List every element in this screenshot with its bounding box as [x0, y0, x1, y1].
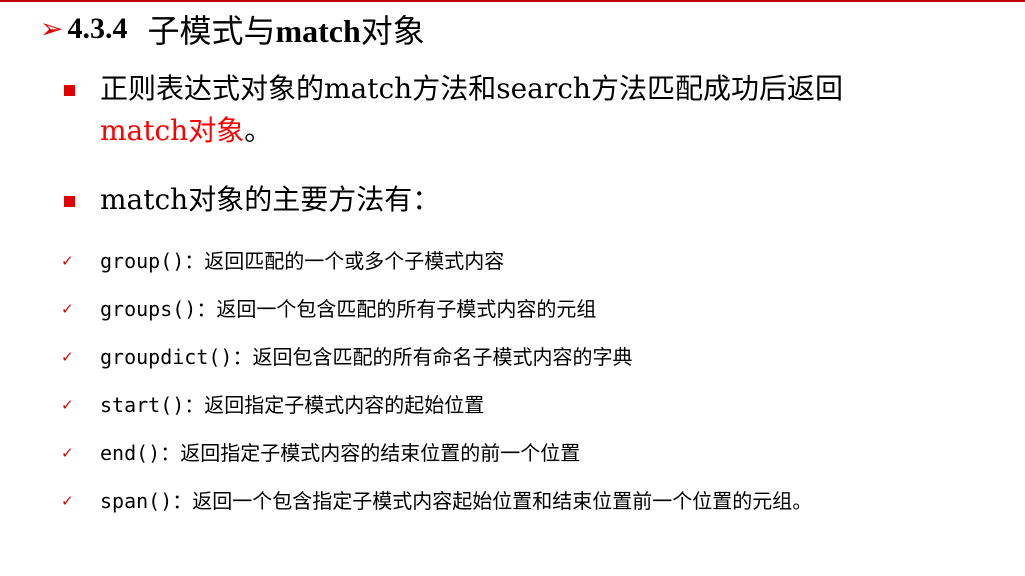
checkmark-icon: ✓ — [61, 396, 74, 414]
checkmark-icon: ✓ — [61, 492, 74, 510]
match-object-highlight: match对象 — [100, 114, 245, 147]
method-name: group() — [100, 249, 185, 273]
method-name: end() — [100, 441, 161, 465]
method-name: start() — [100, 393, 185, 417]
method-item: span()：返回一个包含指定子模式内容起始位置和结束位置前一个位置的元组。 — [100, 486, 812, 516]
title-text-post: 对象 — [360, 12, 425, 50]
square-bullet-icon — [64, 85, 75, 96]
method-item: groupdict()：返回包含匹配的所有命名子模式内容的字典 — [100, 342, 632, 372]
square-bullet-icon — [64, 196, 75, 207]
arrow-bullet-icon: ➢ — [40, 12, 64, 45]
checkmark-icon: ✓ — [61, 252, 74, 270]
title-text-bold: match — [275, 13, 361, 49]
method-item: start()：返回指定子模式内容的起始位置 — [100, 390, 484, 420]
bullet-2-text: match对象的主要方法有： — [100, 183, 441, 216]
method-desc: ：返回包含匹配的所有命名子模式内容的字典 — [232, 345, 633, 369]
method-desc: ：返回指定子模式内容的起始位置 — [184, 393, 485, 417]
top-rule — [0, 0, 1025, 2]
checkmark-icon: ✓ — [61, 444, 74, 462]
method-name: span() — [100, 489, 173, 513]
bullet-1-line-2-tail: 。 — [244, 114, 273, 147]
method-name: groupdict() — [100, 345, 233, 369]
checkmark-icon: ✓ — [61, 300, 74, 318]
method-item: end()：返回指定子模式内容的结束位置的前一个位置 — [100, 438, 580, 468]
bullet-1-line-2: match对象。 — [100, 110, 272, 152]
section-number: 4.3.4 — [67, 12, 128, 45]
title-text: 子模式与match对象 — [147, 6, 424, 52]
method-desc: ：返回一个包含指定子模式内容起始位置和结束位置前一个位置的元组。 — [172, 489, 813, 513]
slide-title: ➢ 4.3.4 子模式与match对象 — [40, 6, 425, 52]
method-item: group()：返回匹配的一个或多个子模式内容 — [100, 246, 504, 276]
bullet-1-line-1: 正则表达式对象的match方法和search方法匹配成功后返回 — [100, 72, 843, 105]
method-desc: ：返回匹配的一个或多个子模式内容 — [184, 249, 505, 273]
method-name: groups() — [100, 297, 197, 321]
title-text-pre: 子模式与 — [147, 12, 276, 50]
checkmark-icon: ✓ — [61, 348, 74, 366]
method-item: groups()：返回一个包含匹配的所有子模式内容的元组 — [100, 294, 596, 324]
method-desc: ：返回一个包含匹配的所有子模式内容的元组 — [196, 297, 597, 321]
method-desc: ：返回指定子模式内容的结束位置的前一个位置 — [160, 441, 581, 465]
